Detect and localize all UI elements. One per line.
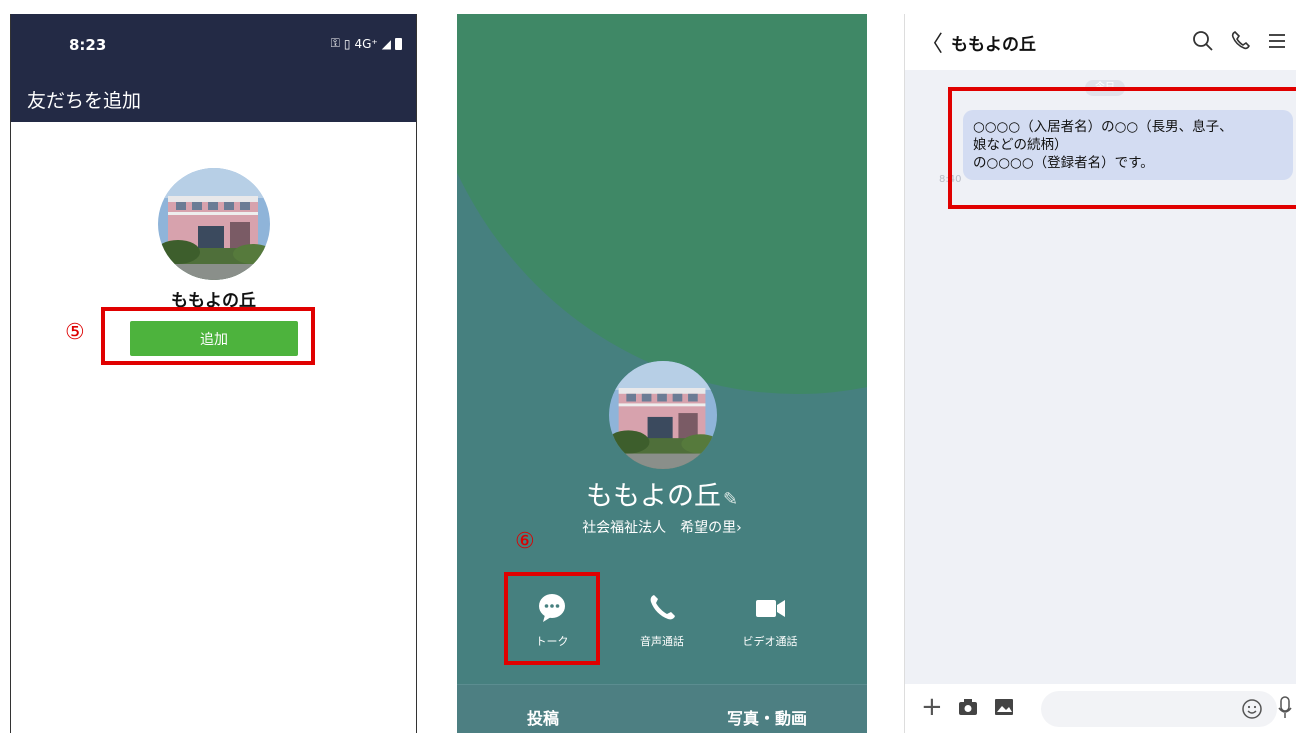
talk-label: トーク [535,635,569,648]
building-photo-icon [158,168,270,280]
plus-icon[interactable]: + [921,692,943,722]
building-photo-icon [609,361,717,469]
step-marker-5: ⑤ [65,320,85,345]
profile-screen: ももよの丘 ✎ 社会福祉法人 希望の里› ⑥ トーク 音声通話 ビデオ通話 投稿… [457,14,867,733]
battery-icon [395,37,402,50]
emoji-icon[interactable] [1241,698,1263,724]
talk-button[interactable]: トーク [502,591,602,649]
key-icon: ⚿ [330,36,340,50]
profile-avatar[interactable] [609,361,717,469]
phone-icon [612,591,712,625]
image-icon[interactable] [993,696,1015,722]
video-call-label: ビデオ通話 [742,635,798,648]
vibrate-icon: ▯ [343,36,351,51]
tab-photos-videos[interactable]: 写真・動画 [727,705,807,729]
account-avatar [158,168,270,280]
signal-icon: ◢ [381,36,391,51]
chat-bubble-icon [502,591,602,625]
add-friend-screen: 8:23 ⚿ ▯ 4G⁺ ◢ 友だちを追加 ももよの丘 ⑤ 追加 [10,14,417,733]
search-icon[interactable] [1192,30,1214,56]
page-title: 友だちを追加 [27,90,142,112]
video-call-button[interactable]: ビデオ通話 [720,591,820,649]
chat-screen: 〈 ももよの丘 今日 8:40 ○○○○（入居者名）の○○（長男、息子、 娘など… [904,14,1296,733]
voice-call-label: 音声通話 [640,635,684,648]
highlight-box [948,87,1296,209]
voice-call-button[interactable]: 音声通話 [612,591,712,649]
profile-bottom-tabs: 投稿 写真・動画 [457,684,867,733]
chat-header: 〈 ももよの丘 [905,14,1296,70]
video-camera-icon [720,591,820,625]
tab-posts[interactable]: 投稿 [527,705,559,729]
microphone-icon[interactable] [1277,696,1293,724]
profile-name: ももよの丘 ✎ [457,474,867,513]
system-icons: ⚿ ▯ 4G⁺ ◢ [331,36,402,51]
phone-icon[interactable] [1230,30,1252,56]
status-bar: 8:23 ⚿ ▯ 4G⁺ ◢ [11,14,416,76]
add-friend-button[interactable]: 追加 [130,321,298,356]
profile-name-text: ももよの丘 [585,481,721,512]
menu-icon[interactable] [1266,30,1288,56]
chat-title: ももよの丘 [951,35,1036,55]
network-label: 4G⁺ [354,36,378,51]
app-header: 友だちを追加 [11,76,416,122]
background-arc [457,14,867,394]
camera-icon[interactable] [957,696,979,722]
message-input-field[interactable] [1041,691,1277,727]
edit-pencil-icon[interactable]: ✎ [723,489,738,510]
back-chevron-icon[interactable]: 〈 [921,26,943,58]
step-marker-6: ⑥ [515,529,535,554]
message-input-bar: + [905,684,1296,733]
status-time: 8:23 [69,36,107,54]
